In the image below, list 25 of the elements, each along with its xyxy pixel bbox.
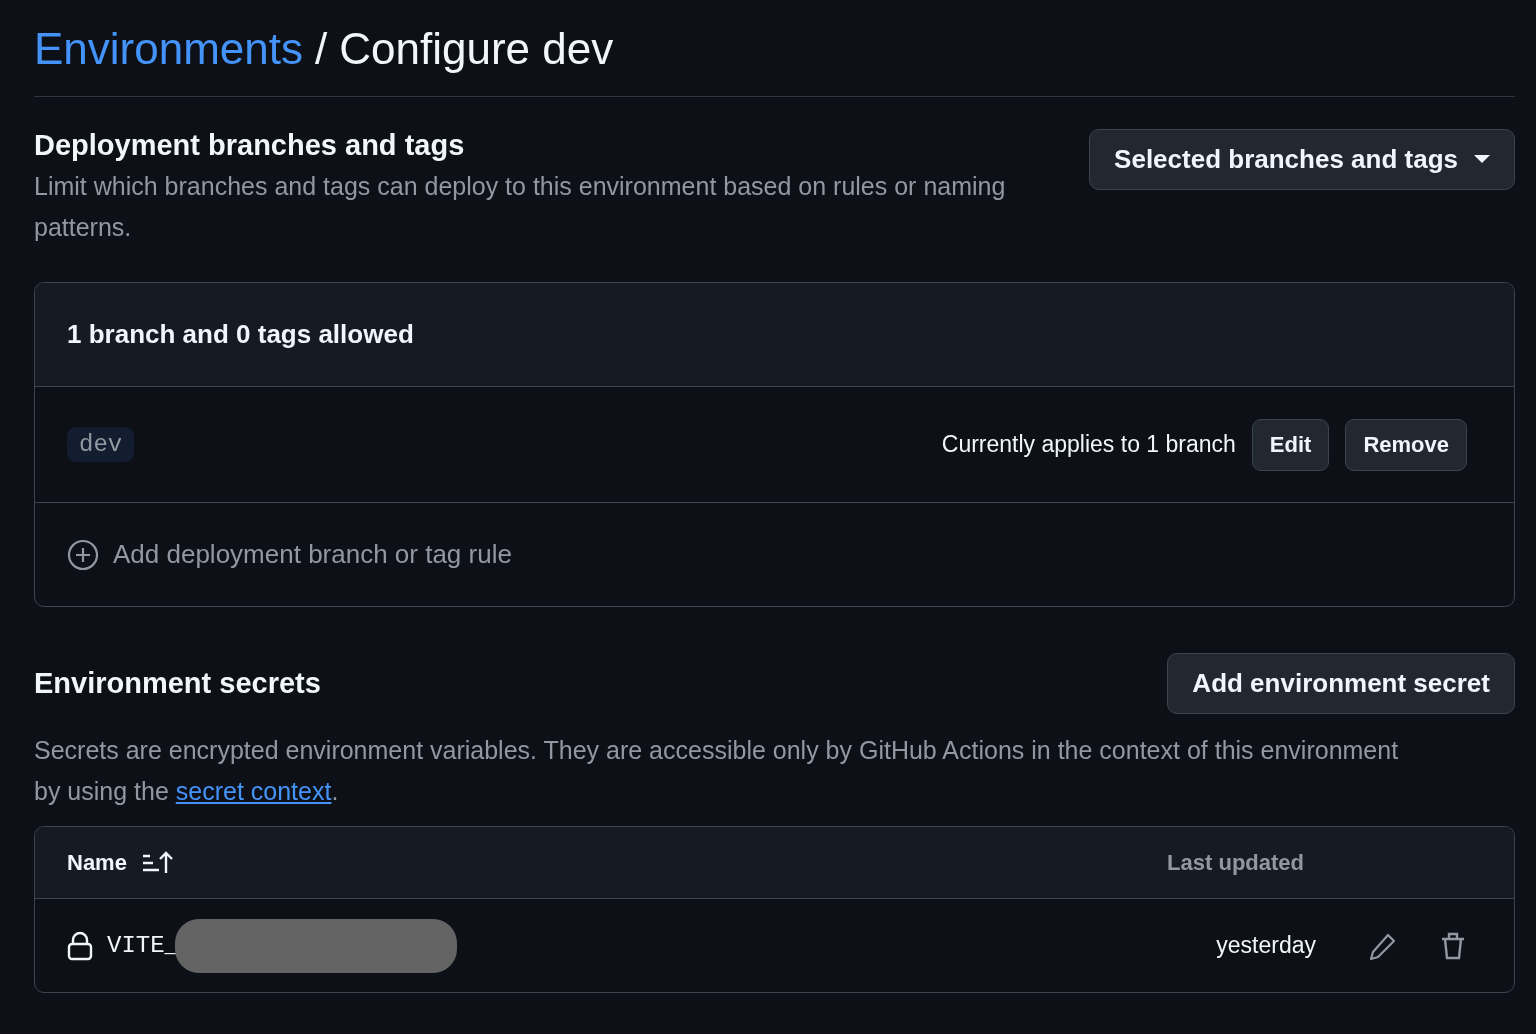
rule-applies-text: Currently applies to 1 branch: [941, 431, 1236, 458]
add-secret-button[interactable]: Add environment secret: [1167, 653, 1515, 714]
secret-context-link[interactable]: secret context: [175, 777, 332, 805]
branch-policy-dropdown[interactable]: Selected branches and tags: [1089, 129, 1515, 190]
breadcrumb-link[interactable]: Environments: [34, 24, 303, 74]
column-header[interactable]: Name: [67, 849, 127, 876]
page-title: Configure dev: [339, 24, 614, 74]
delete-icon[interactable]: [1440, 930, 1466, 961]
remove-button[interactable]: Remove: [1345, 418, 1467, 471]
add-rule-link[interactable]: Add deployment branch or tag rule: [113, 539, 512, 570]
lock-icon: [67, 930, 93, 961]
last-updated-text: yesterday: [1216, 932, 1316, 959]
caret-icon: [1474, 155, 1490, 164]
panel-header: 1 branch and 0 tags allowed: [35, 283, 1514, 387]
edit-button[interactable]: Edit: [1251, 418, 1330, 471]
section-title: Environment secrets: [34, 667, 321, 700]
add-icon[interactable]: [67, 538, 99, 571]
secrets-description: Secrets are encrypted environment variables. They are accessible only by GitHub Actions in the context of this environment by using the secret context.: [34, 735, 1400, 807]
secret-name: VITE_: [107, 932, 179, 959]
section-description: Limit which branches and tags can deploy to this environment based on rules or naming patterns.: [34, 171, 1007, 243]
sort-ascending-icon[interactable]: [140, 849, 175, 876]
section-title: Deployment branches and tags: [34, 129, 466, 162]
branch-pattern-label: dev: [67, 427, 135, 462]
breadcrumb-separator: /: [315, 24, 328, 74]
column-header[interactable]: Last updated: [1167, 849, 1304, 876]
